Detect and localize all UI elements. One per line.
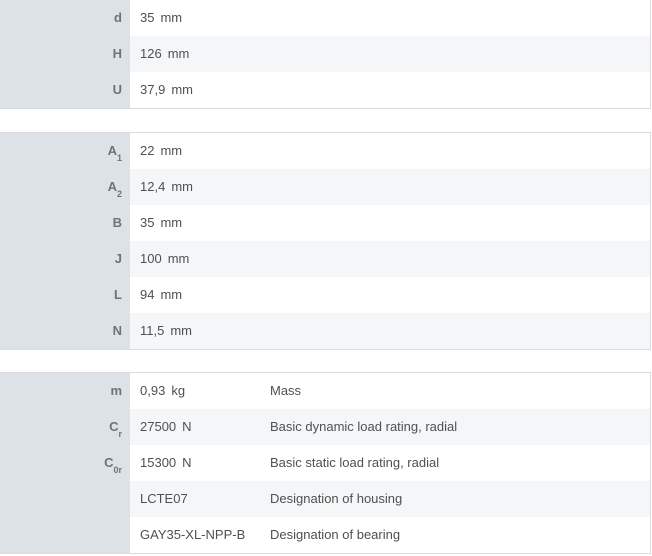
table-row: A2 12,4 mm <box>0 169 650 205</box>
symbol-cell: A1 <box>0 133 130 169</box>
value-cell: GAY35-XL-NPP-B <box>140 527 246 542</box>
value-cell: 94 mm <box>140 287 183 302</box>
value-cell: LCTE07 <box>140 491 188 506</box>
value-cell: 12,4 mm <box>140 179 193 194</box>
symbol-cell: A2 <box>0 169 130 205</box>
table-row: N 11,5 mm <box>0 313 650 349</box>
symbol-cell: L <box>0 277 130 313</box>
description-cell: Basic static load rating, radial <box>270 455 440 470</box>
table-row: LCTE07 Designation of housing <box>0 481 650 517</box>
table-row: Cr 27500 N Basic dynamic load rating, rad… <box>0 409 650 445</box>
dimensions-table-2: A1 22 mm A2 12,4 mm B 35 mm J 100 mm L 94 mm … <box>0 132 651 350</box>
value-cell: 35 mm <box>140 215 183 230</box>
symbol-cell: d <box>0 0 130 36</box>
table-row: d 35 mm <box>0 0 650 36</box>
table-row: B 35 mm <box>0 205 650 241</box>
description-cell: Mass <box>270 383 302 398</box>
value-cell: 0,93 kg <box>140 383 186 398</box>
table-row: U 37,9 mm <box>0 72 650 108</box>
table-row: A1 22 mm <box>0 133 650 169</box>
description-cell: Designation of bearing <box>270 527 401 542</box>
value-cell: 100 mm <box>140 251 190 266</box>
value-cell: 35 mm <box>140 10 183 25</box>
description-cell: Basic dynamic load rating, radial <box>270 419 458 434</box>
table-row: J 100 mm <box>0 241 650 277</box>
table-row: C0r 15300 N Basic static load rating, rad… <box>0 445 650 481</box>
dimensions-table-1: d 35 mm H 126 mm U 37,9 mm <box>0 0 651 109</box>
table-row: m 0,93 kg Mass <box>0 373 650 409</box>
symbol-cell: J <box>0 241 130 277</box>
symbol-cell: U <box>0 72 130 108</box>
table-row: GAY35-XL-NPP-B Designation of bearing <box>0 517 650 553</box>
symbol-cell: H <box>0 36 130 72</box>
symbol-cell: Cr <box>0 409 130 445</box>
symbol-cell: m <box>0 373 130 409</box>
symbol-cell: C0r <box>0 445 130 481</box>
value-cell: 11,5 mm <box>140 323 193 338</box>
symbol-cell <box>0 481 130 517</box>
value-cell: 15300 N <box>140 455 192 470</box>
value-cell: 27500 N <box>140 419 192 434</box>
value-cell: 126 mm <box>140 46 190 61</box>
symbol-cell: N <box>0 313 130 349</box>
symbol-cell: B <box>0 205 130 241</box>
symbol-cell <box>0 517 130 553</box>
table-row: L 94 mm <box>0 277 650 313</box>
description-cell: Designation of housing <box>270 491 403 506</box>
properties-table: m 0,93 kg Mass Cr 27500 N Basic dynamic lo… <box>0 372 651 554</box>
value-cell: 37,9 mm <box>140 82 193 97</box>
value-cell: 22 mm <box>140 143 183 158</box>
table-row: H 126 mm <box>0 36 650 72</box>
